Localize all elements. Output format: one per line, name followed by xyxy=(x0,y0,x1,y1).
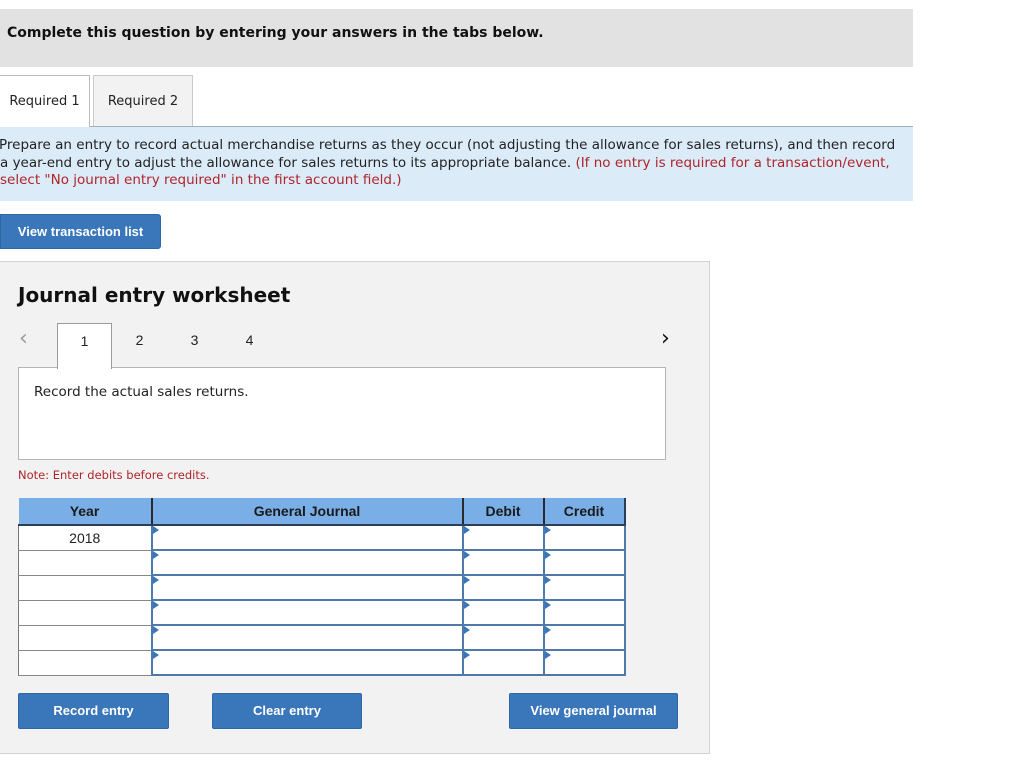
cell-marker-icon xyxy=(463,551,470,559)
account-select[interactable] xyxy=(150,574,464,601)
cell-marker-icon xyxy=(152,526,159,534)
credit-input[interactable] xyxy=(542,574,626,601)
credit-input[interactable] xyxy=(542,624,626,651)
question-title: Complete this question by entering your … xyxy=(7,25,544,41)
clear-entry-button[interactable]: Clear entry xyxy=(212,693,362,729)
credit-input[interactable] xyxy=(542,599,626,626)
cell-marker-icon xyxy=(152,601,159,609)
debit-input[interactable] xyxy=(461,599,545,626)
cell-marker-icon xyxy=(463,576,470,584)
year-cell: 2018 xyxy=(18,525,152,551)
debit-input[interactable] xyxy=(461,624,545,651)
cell-marker-icon xyxy=(463,601,470,609)
record-entry-button[interactable]: Record entry xyxy=(18,693,169,729)
view-transaction-list-button[interactable]: View transaction list xyxy=(0,214,161,249)
tab-required-2[interactable]: Required 2 xyxy=(93,75,193,127)
journal-row xyxy=(18,649,626,676)
journal-header-row: Year General Journal Debit Credit xyxy=(18,498,626,526)
step-description-box: Record the actual sales returns. xyxy=(18,367,666,460)
journal-row: 2018 xyxy=(18,524,626,551)
step-tab-1[interactable]: 1 xyxy=(57,323,112,369)
year-cell xyxy=(18,625,152,651)
debit-credit-note: Note: Enter debits before credits. xyxy=(18,468,210,482)
view-general-journal-button[interactable]: View general journal xyxy=(509,693,678,729)
cell-marker-icon xyxy=(544,651,551,659)
year-cell xyxy=(18,650,152,676)
cell-marker-icon xyxy=(544,576,551,584)
cell-marker-icon xyxy=(152,551,159,559)
debit-input[interactable] xyxy=(461,574,545,601)
cell-marker-icon xyxy=(152,576,159,584)
cell-marker-icon xyxy=(152,626,159,634)
column-header-debit: Debit xyxy=(462,498,545,526)
journal-table: Year General Journal Debit Credit 2018 xyxy=(18,498,626,676)
year-cell xyxy=(18,575,152,601)
step-description: Record the actual sales returns. xyxy=(34,384,249,400)
account-select[interactable] xyxy=(150,649,464,676)
chevron-left-icon[interactable]: ‹ xyxy=(19,326,28,351)
account-select[interactable] xyxy=(150,599,464,626)
debit-input[interactable] xyxy=(461,524,545,551)
cell-marker-icon xyxy=(544,626,551,634)
cell-marker-icon xyxy=(463,626,470,634)
credit-input[interactable] xyxy=(542,649,626,676)
account-select[interactable] xyxy=(150,624,464,651)
step-tab-3[interactable]: 3 xyxy=(167,323,222,368)
column-header-year: Year xyxy=(18,498,153,526)
column-header-credit: Credit xyxy=(543,498,626,526)
credit-input[interactable] xyxy=(542,549,626,576)
instructions-panel: Prepare an entry to record actual mercha… xyxy=(0,127,913,201)
year-cell xyxy=(18,550,152,576)
step-tab-2[interactable]: 2 xyxy=(112,323,167,368)
cell-marker-icon xyxy=(152,651,159,659)
journal-row xyxy=(18,549,626,576)
cell-marker-icon xyxy=(463,651,470,659)
step-tab-4[interactable]: 4 xyxy=(222,323,277,368)
year-cell xyxy=(18,600,152,626)
cell-marker-icon xyxy=(544,601,551,609)
chevron-right-icon[interactable]: › xyxy=(661,326,670,351)
debit-input[interactable] xyxy=(461,649,545,676)
column-header-general-journal: General Journal xyxy=(151,498,464,526)
debit-input[interactable] xyxy=(461,549,545,576)
account-select[interactable] xyxy=(150,524,464,551)
credit-input[interactable] xyxy=(542,524,626,551)
journal-row xyxy=(18,624,626,651)
journal-row xyxy=(18,574,626,601)
journal-entry-worksheet: Journal entry worksheet ‹ 1 2 3 4 › Reco… xyxy=(0,261,710,754)
cell-marker-icon xyxy=(463,526,470,534)
tab-required-1[interactable]: Required 1 xyxy=(0,75,90,128)
account-select[interactable] xyxy=(150,549,464,576)
cell-marker-icon xyxy=(544,526,551,534)
worksheet-title: Journal entry worksheet xyxy=(18,283,291,307)
question-header: Complete this question by entering your … xyxy=(0,9,913,67)
journal-row xyxy=(18,599,626,626)
cell-marker-icon xyxy=(544,551,551,559)
